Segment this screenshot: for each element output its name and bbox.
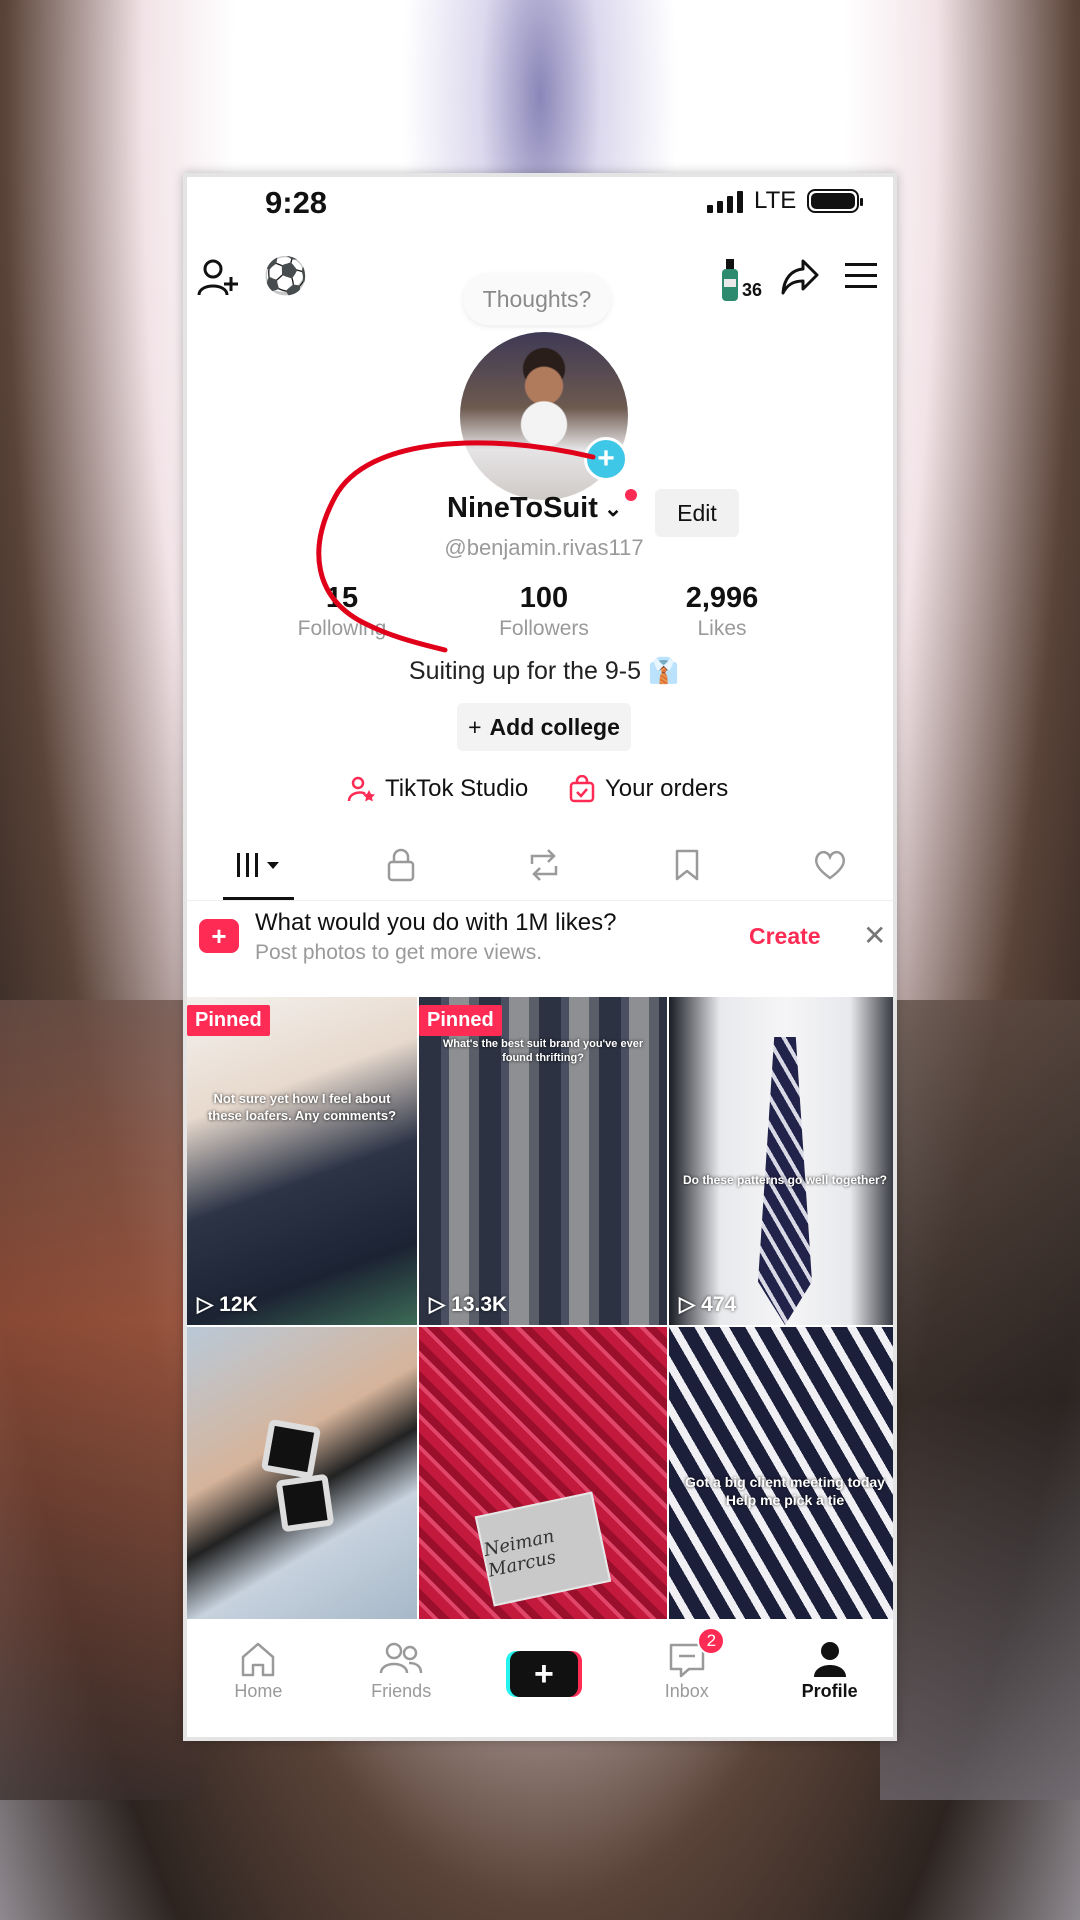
soccer-ball-button[interactable]: ⚽	[263, 255, 308, 297]
tab-liked[interactable]	[758, 829, 893, 900]
your-orders-link[interactable]: Your orders	[569, 775, 728, 803]
video-thumbnail[interactable]: Neiman Marcus	[419, 1327, 667, 1619]
promo-create-button[interactable]: Create	[749, 923, 821, 950]
signal-icon	[707, 191, 743, 213]
cufflink-graphic	[260, 1418, 322, 1480]
menu-button[interactable]	[843, 259, 879, 298]
close-icon[interactable]: ✕	[863, 919, 886, 952]
play-icon: ▷	[679, 1293, 696, 1316]
stat-value: 100	[519, 582, 569, 614]
view-count: ▷ 474	[679, 1292, 737, 1317]
pinned-badge: Pinned	[187, 1005, 270, 1036]
profile-icon	[813, 1642, 846, 1677]
add-college-button[interactable]: + Add college	[457, 703, 631, 751]
friends-icon	[379, 1642, 423, 1674]
add-photo-icon: +	[199, 919, 239, 953]
tab-favorites[interactable]	[615, 829, 758, 900]
nav-inbox-label: Inbox	[664, 1681, 709, 1701]
username-handle: @benjamin.rivas117	[444, 535, 644, 560]
video-thumbnail[interactable]: Pinned What's the best suit brand you've…	[419, 997, 667, 1325]
create-plus-icon: +	[509, 1651, 578, 1697]
stat-followers[interactable]: 100 Followers	[469, 582, 619, 641]
bottom-nav: Home Friends + 2 Inbox Profile	[187, 1621, 893, 1737]
stat-label: Likes	[697, 617, 747, 640]
battery-icon	[807, 189, 863, 213]
background-blur-left	[0, 1000, 200, 1800]
stat-value: 2,996	[685, 582, 759, 614]
tiktok-studio-link[interactable]: TikTok Studio	[347, 775, 528, 803]
video-grid: Pinned Not sure yet how I feel about the…	[187, 997, 893, 1619]
plus-icon: +	[468, 713, 482, 740]
share-arrow-icon	[781, 259, 819, 295]
repost-icon	[530, 848, 558, 881]
nav-profile[interactable]: Profile	[758, 1621, 893, 1737]
stat-likes[interactable]: 2,996 Likes	[647, 582, 797, 641]
your-orders-label: Your orders	[605, 775, 729, 802]
nav-friends[interactable]: Friends	[330, 1621, 473, 1737]
notification-dot	[625, 489, 637, 501]
video-thumbnail[interactable]	[187, 1327, 417, 1619]
inbox-badge: 2	[697, 1627, 726, 1655]
thoughts-bubble[interactable]: Thoughts?	[463, 273, 611, 325]
pinned-badge: Pinned	[419, 1005, 502, 1036]
share-button[interactable]	[779, 255, 821, 302]
nickname: NineToSuit	[447, 492, 598, 524]
avatar-add-icon[interactable]: +	[584, 437, 628, 481]
promo-title: What would you do with 1M likes?	[255, 909, 617, 936]
lock-icon	[387, 848, 415, 881]
chevron-down-icon: ⌄	[603, 495, 623, 521]
video-caption: Not sure yet how I feel about these loaf…	[207, 1091, 397, 1123]
video-thumbnail[interactable]: Do these patterns go well together? ▷ 474	[669, 997, 893, 1325]
tab-reposts[interactable]	[473, 829, 616, 900]
profile-tabs	[187, 829, 893, 901]
stat-value: 15	[325, 582, 359, 614]
stat-label: Followers	[499, 617, 589, 640]
tab-videos[interactable]	[187, 829, 330, 900]
nav-home-label: Home	[234, 1681, 283, 1701]
grid-bars-icon	[237, 852, 280, 877]
home-icon	[242, 1642, 275, 1677]
tab-private[interactable]	[330, 829, 473, 900]
tie-label: Neiman Marcus	[474, 1491, 612, 1607]
stat-label: Following	[297, 617, 387, 640]
streak-count: 36	[742, 280, 763, 300]
view-count: ▷ 13.3K	[429, 1292, 508, 1317]
video-thumbnail[interactable]: Got a big client meeting today Help me p…	[669, 1327, 893, 1619]
hamburger-menu-icon	[845, 263, 877, 288]
cufflink-graphic	[275, 1473, 335, 1533]
phone-screen: 9:28 LTE ⚽ Thoughts? 36 + NineToSuit ⌄ E…	[183, 173, 897, 1741]
person-plus-icon	[197, 259, 238, 296]
view-count: ▷ 12K	[197, 1292, 258, 1317]
play-icon: ▷	[197, 1293, 214, 1316]
network-label: LTE	[754, 187, 797, 214]
heart-icon	[814, 850, 845, 880]
add-friend-button[interactable]	[195, 255, 241, 306]
nav-profile-label: Profile	[801, 1681, 858, 1701]
tiktok-studio-label: TikTok Studio	[385, 775, 529, 802]
status-time: 9:28	[265, 185, 328, 220]
nav-friends-label: Friends	[371, 1681, 432, 1701]
nav-home[interactable]: Home	[187, 1621, 330, 1737]
bottle-icon	[722, 259, 738, 301]
shopping-bag-icon	[569, 775, 595, 803]
streak-counter[interactable]: 36	[720, 259, 762, 301]
bookmark-icon	[675, 849, 699, 880]
play-icon: ▷	[429, 1293, 446, 1316]
stat-following[interactable]: 15 Following	[267, 582, 417, 641]
creator-star-icon	[347, 776, 375, 802]
video-caption: Got a big client meeting today Help me p…	[685, 1474, 885, 1509]
nav-inbox[interactable]: 2 Inbox	[615, 1621, 758, 1737]
edit-profile-button[interactable]: Edit	[655, 489, 739, 537]
nickname-switcher[interactable]: NineToSuit ⌄	[447, 492, 622, 525]
background-blur-right	[880, 1000, 1080, 1800]
video-caption: Do these patterns go well together?	[682, 1173, 888, 1187]
profile-bio: Suiting up for the 9-5 👔	[408, 657, 680, 685]
add-college-label: Add college	[489, 713, 620, 740]
promo-banner: + What would you do with 1M likes? Post …	[187, 901, 893, 983]
promo-subtitle: Post photos to get more views.	[255, 941, 543, 964]
video-thumbnail[interactable]: Pinned Not sure yet how I feel about the…	[187, 997, 417, 1325]
video-caption: What's the best suit brand you've ever f…	[442, 1038, 644, 1065]
nav-create[interactable]: +	[473, 1621, 616, 1737]
